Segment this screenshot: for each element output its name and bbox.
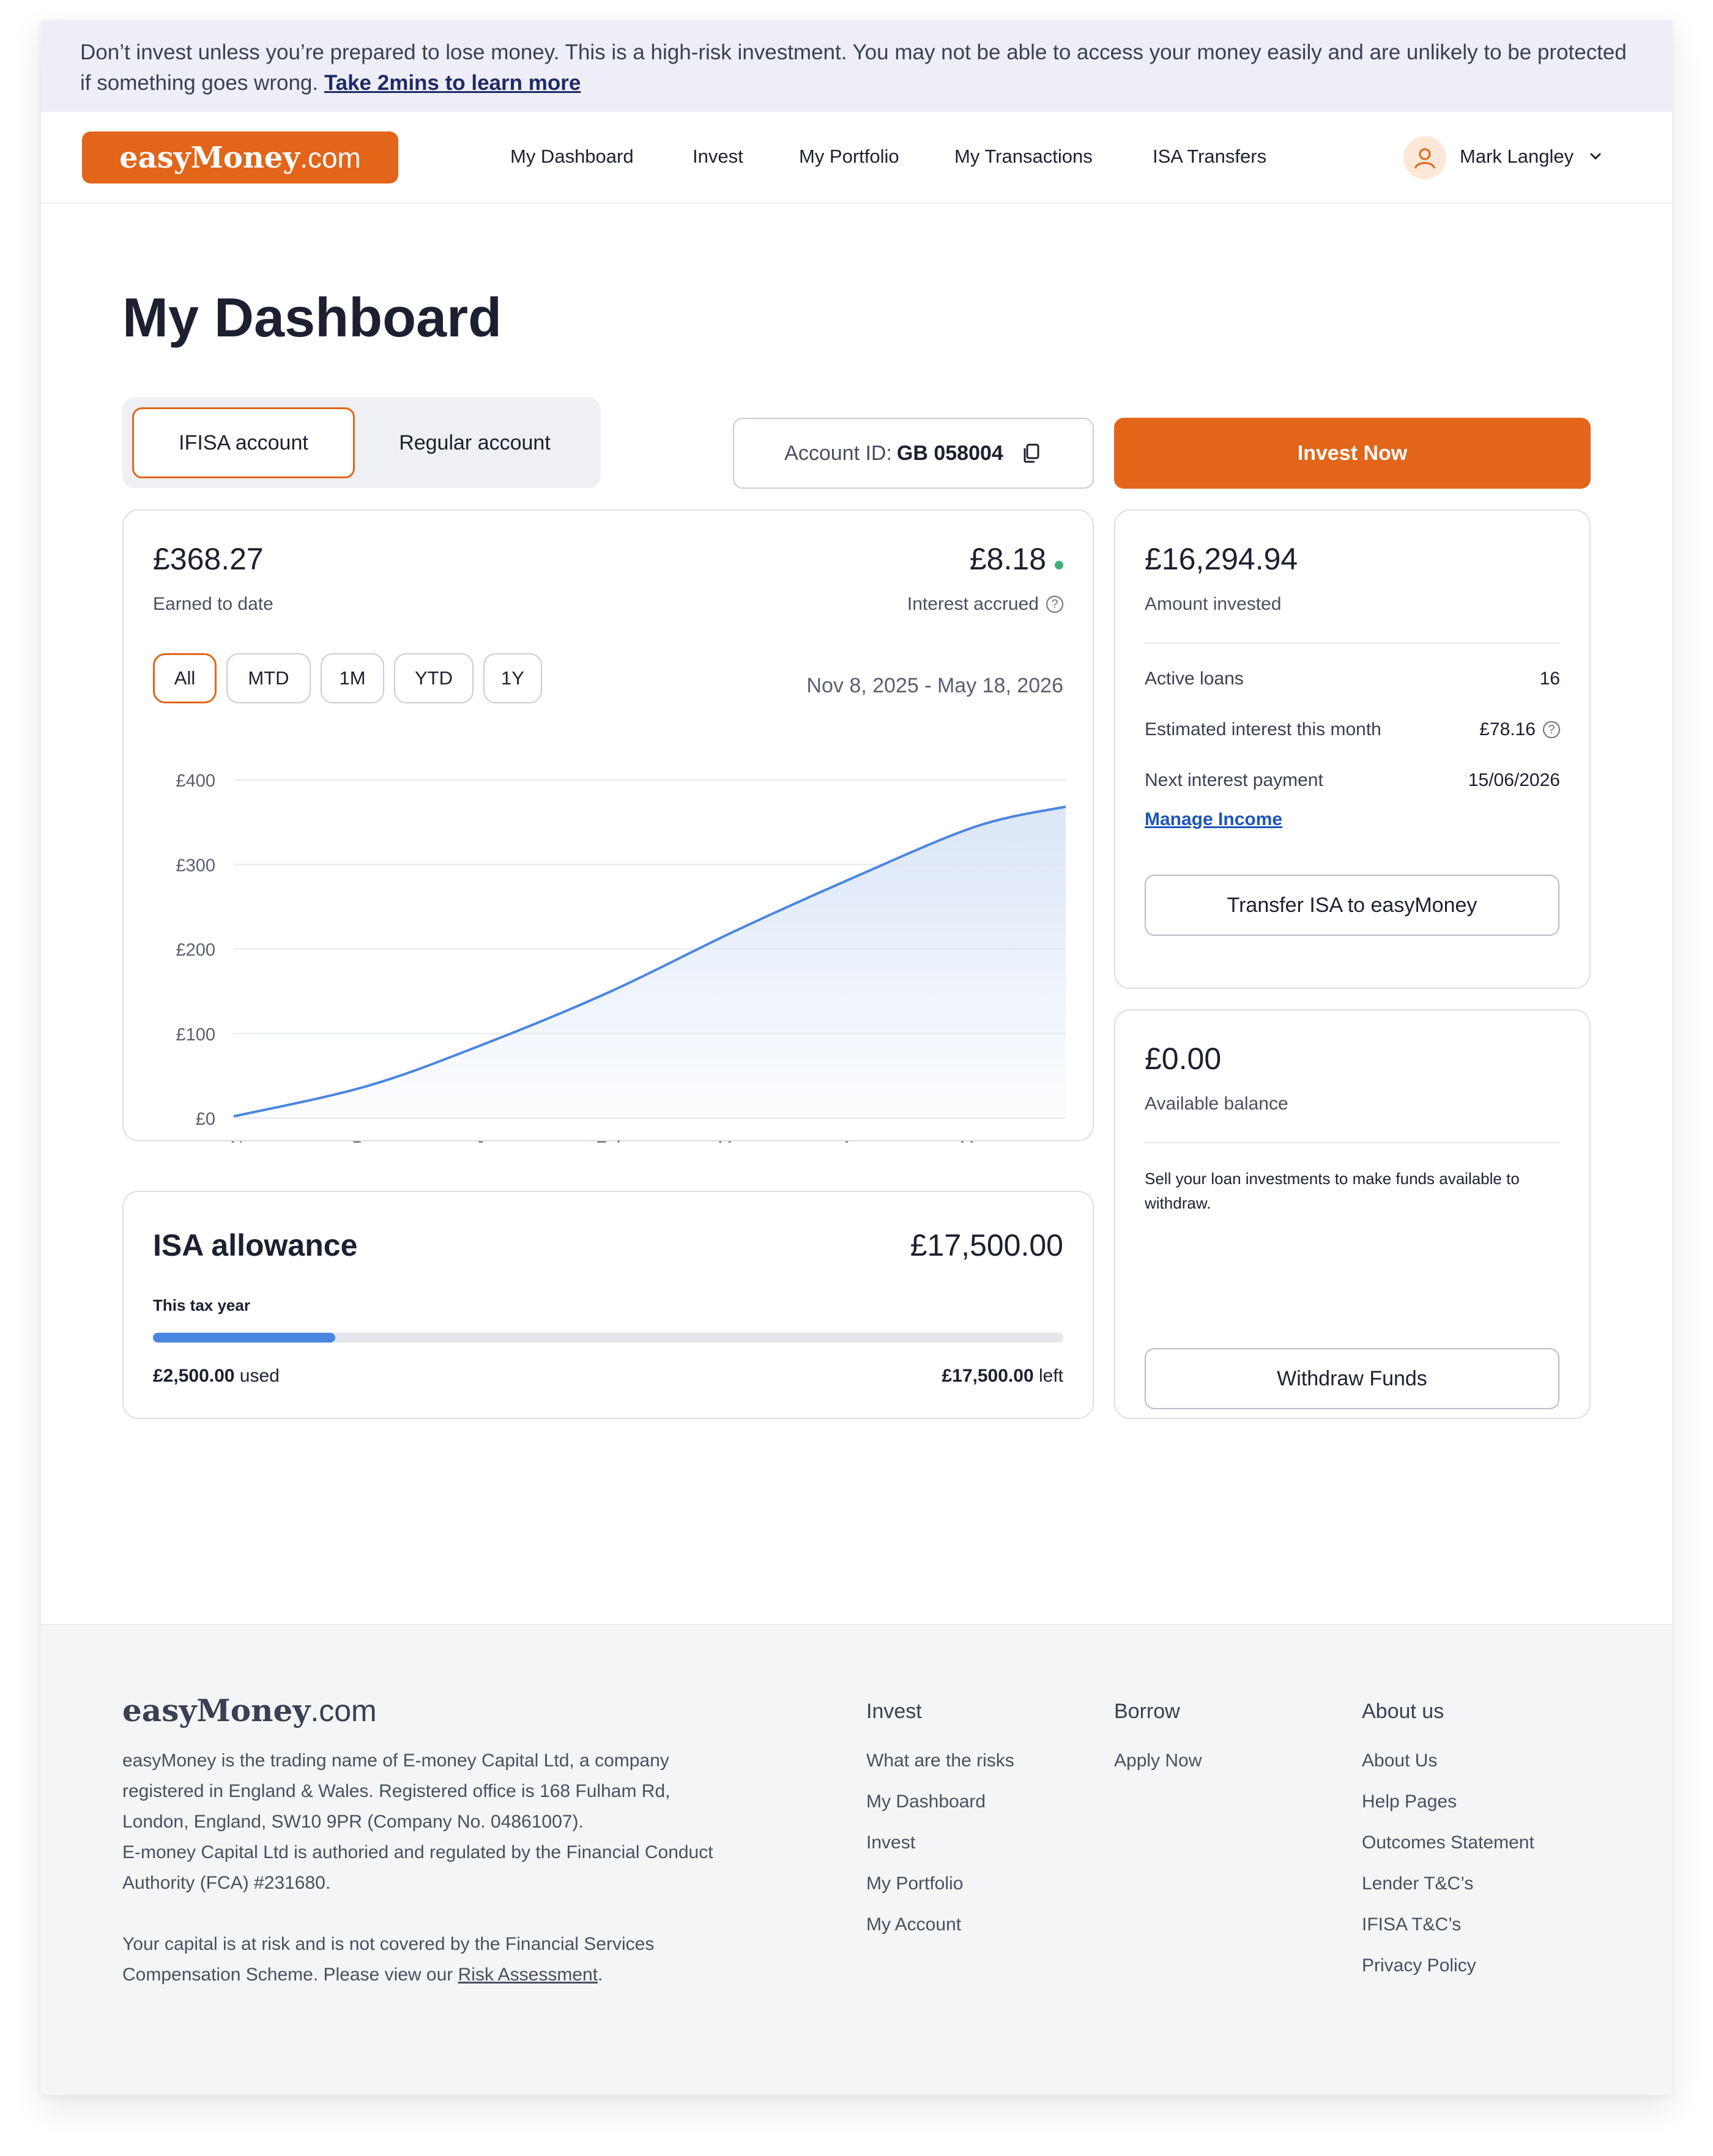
tax-year-label: This tax year xyxy=(153,1296,250,1314)
amount-invested-label: Amount invested xyxy=(1145,594,1282,614)
amount-invested-card: £16,294.94 Amount invested Active loans … xyxy=(1114,509,1591,989)
transfer-isa-button[interactable]: Transfer ISA to easyMoney xyxy=(1145,875,1559,936)
account-id-box: Account ID: GB 058004 xyxy=(733,418,1094,489)
footer-logo-text: easyMoney xyxy=(122,1692,311,1728)
footer-link-outcomes-statement[interactable]: Outcomes Statement xyxy=(1362,1832,1534,1853)
active-loans-value: 16 xyxy=(1539,669,1560,689)
y-tick-label: £100 xyxy=(176,1025,215,1045)
x-tick-label: Feb xyxy=(596,1138,626,1143)
footer-regulation-info: E-money Capital Ltd is authoried and reg… xyxy=(122,1842,713,1893)
available-balance-card: £0.00 Available balance Sell your loan i… xyxy=(1114,1009,1591,1419)
isa-left-amount: £17,500.00 xyxy=(942,1366,1034,1386)
x-tick-label: Apr xyxy=(841,1138,868,1143)
balance-note: Sell your loan investments to make funds… xyxy=(1145,1169,1520,1212)
x-tick-label: Jan xyxy=(475,1138,504,1143)
footer-link-lender-tcs[interactable]: Lender T&C’s xyxy=(1362,1873,1473,1894)
isa-progress-fill xyxy=(153,1333,335,1343)
isa-allowance-total: £17,500.00 xyxy=(910,1228,1063,1262)
isa-used-label: used xyxy=(234,1366,280,1386)
isa-used-amount: £2,500.00 xyxy=(153,1366,235,1386)
footer-link-my-dashboard[interactable]: My Dashboard xyxy=(866,1791,986,1812)
footer-col-invest-title: Invest xyxy=(866,1700,922,1723)
logo-suffix: .com xyxy=(300,141,361,174)
isa-left: £17,500.00 left xyxy=(942,1366,1063,1387)
user-avatar-icon[interactable] xyxy=(1403,136,1446,179)
tab-ifisa-account[interactable]: IFISA account xyxy=(132,407,355,478)
risk-warning-text: Don’t invest unless you’re prepared to l… xyxy=(80,40,1627,95)
account-id-value: GB 058004 xyxy=(896,441,1003,465)
top-header: easyMoney .com My Dashboard Invest My Por… xyxy=(41,112,1672,204)
account-type-toggle: IFISA account Regular account xyxy=(122,398,601,488)
isa-left-label: left xyxy=(1033,1366,1063,1386)
footer-link-about-us[interactable]: About Us xyxy=(1362,1750,1437,1771)
page-title: My Dashboard xyxy=(122,287,502,349)
nav-invest[interactable]: Invest xyxy=(693,146,743,168)
y-tick-label: £300 xyxy=(176,856,215,875)
available-balance-label: Available balance xyxy=(1145,1094,1288,1114)
amount-invested-value: £16,294.94 xyxy=(1145,542,1298,576)
footer-logo-suffix: .com xyxy=(310,1694,377,1728)
invest-now-button[interactable]: Invest Now xyxy=(1114,418,1591,489)
estimated-interest-value: £78.16 xyxy=(1479,719,1536,739)
logo-text: easyMoney xyxy=(119,140,300,175)
footer-risk-end: . xyxy=(598,1965,603,1985)
earnings-chart: £0 £100 £200 £300 £400 Nov Dec Jan Feb Mar Apr May xyxy=(176,771,1066,1143)
footer-logo[interactable]: easyMoney.com xyxy=(122,1692,377,1728)
footer-link-privacy-policy[interactable]: Privacy Policy xyxy=(1362,1955,1476,1976)
manage-income-link[interactable]: Manage Income xyxy=(1145,809,1282,830)
nav-isa-transfers[interactable]: ISA Transfers xyxy=(1153,146,1266,168)
user-name[interactable]: Mark Langley xyxy=(1460,146,1574,168)
footer-link-my-portfolio[interactable]: My Portfolio xyxy=(866,1873,963,1894)
footer-link-my-account[interactable]: My Account xyxy=(866,1914,961,1935)
account-id-label: Account ID: xyxy=(784,441,892,465)
isa-allowance-title: ISA allowance xyxy=(153,1228,358,1262)
help-icon[interactable]: ? xyxy=(1543,721,1560,738)
y-tick-label: £400 xyxy=(176,771,215,791)
y-tick-label: £0 xyxy=(196,1109,215,1129)
footer-link-ifisa-tcs[interactable]: IFISA T&C’s xyxy=(1362,1914,1461,1935)
learn-more-link[interactable]: Take 2mins to learn more xyxy=(324,71,581,95)
isa-used: £2,500.00 used xyxy=(153,1366,280,1387)
footer-link-what-are-the-risks[interactable]: What are the risks xyxy=(866,1750,1014,1771)
copy-icon[interactable] xyxy=(1022,443,1042,464)
footer-risk-info: Your capital is at risk and is not cover… xyxy=(122,1929,734,1990)
estimated-interest-row: £78.16 ? xyxy=(1479,719,1560,740)
chevron-down-icon[interactable] xyxy=(1589,149,1602,168)
footer-col-about-title: About us xyxy=(1362,1700,1444,1723)
divider xyxy=(1145,642,1560,643)
earnings-card: £368.27 Earned to date £8.18 Interest ac… xyxy=(122,509,1094,1143)
divider xyxy=(1145,1142,1560,1143)
available-balance-amount: £0.00 xyxy=(1145,1042,1222,1076)
x-tick-label: Dec xyxy=(352,1138,384,1143)
withdraw-funds-button[interactable]: Withdraw Funds xyxy=(1145,1348,1559,1409)
earnings-area xyxy=(234,806,1066,1118)
nav-my-dashboard[interactable]: My Dashboard xyxy=(510,146,634,168)
x-tick-label: May xyxy=(960,1138,994,1143)
footer-link-apply-now[interactable]: Apply Now xyxy=(1114,1750,1202,1771)
nav-my-transactions[interactable]: My Transactions xyxy=(954,146,1093,168)
y-tick-label: £200 xyxy=(176,941,215,960)
app-window: Don’t invest unless you’re prepared to l… xyxy=(41,20,1672,2095)
estimated-interest-label: Estimated interest this month xyxy=(1145,719,1381,739)
risk-assessment-link[interactable]: Risk Assessment xyxy=(458,1965,598,1985)
footer: easyMoney.com easyMoney is the trading n… xyxy=(41,1624,1672,2095)
isa-allowance-card: ISA allowance £17,500.00 This tax year £… xyxy=(122,1191,1094,1419)
footer-col-borrow-title: Borrow xyxy=(1114,1700,1180,1723)
nav-my-portfolio[interactable]: My Portfolio xyxy=(799,146,899,168)
brand-logo[interactable]: easyMoney .com xyxy=(82,132,398,183)
risk-warning-banner: Don’t invest unless you’re prepared to l… xyxy=(41,20,1672,112)
footer-link-help-pages[interactable]: Help Pages xyxy=(1362,1791,1457,1812)
footer-company-info: easyMoney is the trading name of E-money… xyxy=(122,1750,671,1832)
x-tick-label: Mar xyxy=(718,1138,748,1143)
x-tick-label: Nov xyxy=(230,1138,262,1143)
tab-regular-account[interactable]: Regular account xyxy=(358,407,592,478)
footer-link-invest[interactable]: Invest xyxy=(866,1832,915,1853)
isa-progress-bar xyxy=(153,1333,1063,1343)
active-loans-label: Active loans xyxy=(1145,669,1244,689)
next-payment-value: 15/06/2026 xyxy=(1468,770,1560,790)
next-payment-label: Next interest payment xyxy=(1145,770,1323,790)
